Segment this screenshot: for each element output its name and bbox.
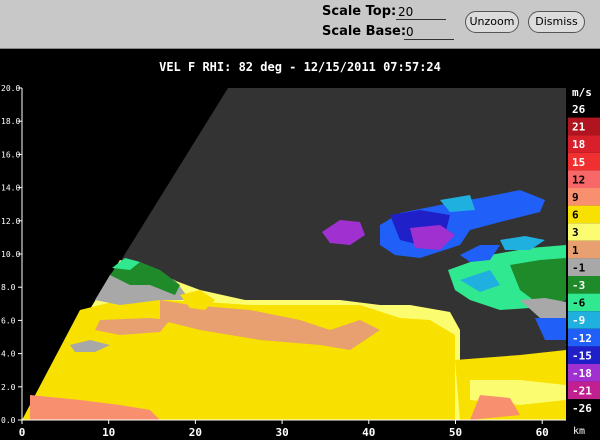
colorbar-label: -21 bbox=[572, 385, 592, 398]
colorbar-label: 3 bbox=[572, 226, 579, 239]
rhi-plot: 20.018.016.014.012.010.08.06.04.02.00.0 … bbox=[1, 84, 600, 439]
colorbar-label: -15 bbox=[572, 349, 592, 362]
colorbar-label: 6 bbox=[572, 209, 579, 222]
x-tick-label: 40 bbox=[362, 426, 375, 439]
y-tick-label: 18.0 bbox=[1, 117, 20, 126]
colorbar-label: -3 bbox=[572, 279, 585, 292]
colorbar-label: -6 bbox=[572, 297, 586, 310]
colorbar-unit: m/s bbox=[572, 86, 592, 99]
y-tick-label: 8.0 bbox=[1, 283, 16, 292]
y-tick-label: 12.0 bbox=[1, 217, 20, 226]
colorbar-label: 26 bbox=[572, 103, 586, 116]
x-tick-label: 10 bbox=[102, 426, 115, 439]
colorbar-label: -1 bbox=[572, 261, 586, 274]
x-tick-label: 60 bbox=[536, 426, 549, 439]
x-tick-label: 30 bbox=[275, 426, 288, 439]
colorbar-label: -12 bbox=[572, 332, 592, 345]
colorbar-label: -18 bbox=[572, 367, 592, 380]
colorbar-label: 12 bbox=[572, 173, 585, 186]
x-tick-label: 50 bbox=[449, 426, 462, 439]
y-tick-label: 10.0 bbox=[1, 250, 20, 259]
colorbar-label: 18 bbox=[572, 138, 585, 151]
colorbar-label: 21 bbox=[572, 121, 586, 134]
x-tick-label: 20 bbox=[189, 426, 202, 439]
colorbar-legend: 26 21 18 15 12 9 6 3 1 -1 -3 -6 -9 -12 -15 -18 -21 -26 bbox=[568, 100, 600, 417]
y-tick-label: 6.0 bbox=[1, 316, 16, 325]
colorbar-label: -26 bbox=[572, 402, 592, 415]
y-tick-label: 0.0 bbox=[1, 416, 16, 425]
colorbar-label: 15 bbox=[572, 156, 585, 169]
colorbar-label: 1 bbox=[572, 244, 579, 257]
y-tick-label: 14.0 bbox=[1, 184, 20, 193]
x-tick-label: 0 bbox=[19, 426, 26, 439]
colorbar-label: -9 bbox=[572, 314, 585, 327]
colorbar-label: 9 bbox=[572, 191, 579, 204]
y-axis-ticks: 20.0 18.0 16.0 14.0 12.0 10.0 8.0 6.0 4.0 2.0 0.0 bbox=[1, 84, 22, 425]
y-tick-label: 2.0 bbox=[1, 383, 16, 392]
y-tick-label: 20.0 bbox=[1, 84, 20, 93]
y-tick-label: 4.0 bbox=[1, 350, 16, 359]
x-unit-label: km bbox=[573, 426, 585, 437]
y-tick-label: 16.0 bbox=[1, 150, 20, 159]
x-axis-ticks: 0 10 20 30 40 50 60 bbox=[19, 420, 549, 439]
